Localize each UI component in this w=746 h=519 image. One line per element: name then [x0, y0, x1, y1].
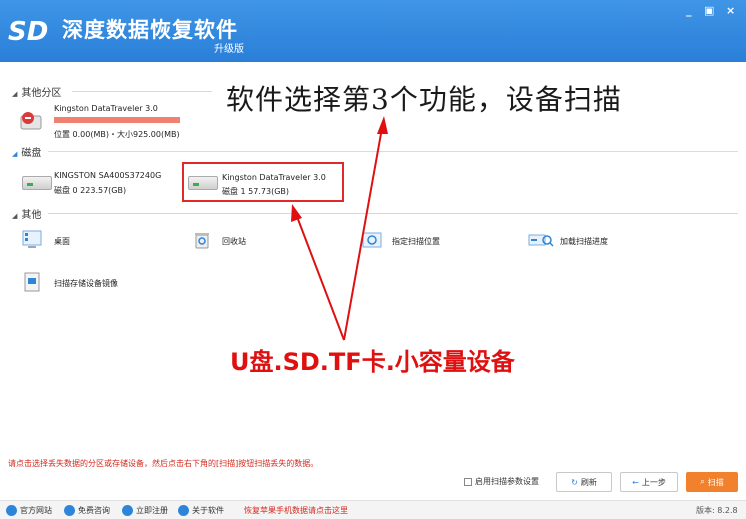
checkbox-box[interactable] [464, 477, 472, 486]
close-button[interactable]: × [726, 4, 735, 17]
annotation-device-types: U盘.SD.TF卡.小容量设备 [230, 348, 515, 376]
status-bar: 官方网站 免费咨询 立即注册 关于软件 恢复苹果手机数据请点击这里 版本: 8.… [0, 500, 746, 519]
info-icon [178, 505, 189, 516]
footer-link-label: 免费咨询 [78, 506, 110, 515]
footer-link-iphone-recovery[interactable]: 恢复苹果手机数据请点击这里 [244, 505, 348, 516]
collapse-triangle-icon: ◢ [12, 212, 18, 220]
app-title: 深度数据恢复软件 [62, 18, 238, 42]
register-icon [122, 505, 133, 516]
footer-link-label: 立即注册 [136, 506, 168, 515]
collapse-triangle-icon: ◢ [12, 90, 18, 98]
minimize-button[interactable]: _ [686, 4, 692, 17]
partition-item[interactable]: Kingston DataTraveler 3.0 位置 0.00(MB)・大小… [18, 100, 188, 142]
app-logo-icon: SD [8, 17, 48, 47]
instruction-hint: 请点击选择丢失数据的分区或存储设备，然后点击右下角的[扫描]按钮扫描丢失的数据。 [8, 459, 319, 468]
hard-disk-icon [22, 172, 52, 196]
section-divider [48, 213, 738, 214]
promo-label: 恢复苹果手机数据请点击这里 [244, 506, 348, 515]
section-divider [72, 91, 212, 92]
previous-button[interactable]: ← 上一步 [620, 472, 678, 492]
annotation-title: 软件选择第3个功能，设备扫描 [226, 83, 622, 116]
disk-name: KINGSTON SA400S37240G [54, 171, 162, 180]
section-label: 其他 [21, 210, 42, 221]
other-item-recycle-bin[interactable]: 回收站 [192, 230, 312, 254]
previous-label: 上一步 [641, 477, 666, 487]
partition-usage-bar [54, 117, 180, 123]
disk-image-icon [24, 272, 40, 292]
disk-detail: 磁盘 0 223.57(GB) [54, 186, 127, 195]
other-item-label: 加载扫描进度 [560, 237, 608, 246]
disk-item[interactable]: KINGSTON SA400S37240G 磁盘 0 223.57(GB) [18, 168, 178, 200]
section-label: 磁盘 [21, 148, 42, 159]
scan-button[interactable]: ⌕ 扫描 [686, 472, 738, 492]
usb-disk-icon [188, 172, 218, 196]
other-item-target-folder[interactable]: 指定扫描位置 [362, 230, 502, 254]
section-other[interactable]: ◢ 其他 [12, 206, 42, 221]
other-item-label: 回收站 [222, 237, 246, 246]
target-folder-icon [362, 232, 382, 248]
disk-detail: 磁盘 1 57.73(GB) [222, 187, 290, 196]
disk-name: Kingston DataTraveler 3.0 [222, 173, 326, 182]
footer-link-label: 官方网站 [20, 506, 52, 515]
other-item-desktop[interactable]: 桌面 [22, 230, 142, 254]
app-edition: 升级版 [214, 44, 244, 55]
home-icon [6, 505, 17, 516]
refresh-label: 刷新 [580, 477, 597, 487]
disk-item-selected[interactable]: Kingston DataTraveler 3.0 磁盘 1 57.73(GB) [182, 162, 344, 202]
other-item-label: 扫描存储设备镜像 [54, 279, 118, 288]
other-item-label: 桌面 [54, 237, 70, 246]
partition-detail: 位置 0.00(MB)・大小925.00(MB) [54, 130, 180, 139]
desktop-icon [22, 230, 42, 248]
section-disk[interactable]: ◢ 磁盘 [12, 144, 42, 159]
collapse-triangle-icon: ◢ [12, 150, 18, 158]
section-divider [48, 151, 738, 152]
checkbox-label: 启用扫描参数设置 [475, 477, 539, 486]
footer-link-label: 关于软件 [192, 506, 224, 515]
other-item-disk-image[interactable]: 扫描存储设备镜像 [22, 272, 172, 296]
arrow-left-icon: ← [632, 477, 639, 487]
arrow-head-icon [377, 116, 388, 134]
svg-text:SD: SD [8, 17, 48, 47]
load-progress-icon [528, 234, 554, 247]
footer-link-consult[interactable]: 免费咨询 [64, 505, 110, 516]
recycle-bin-icon [195, 233, 209, 249]
section-label: 其他分区 [21, 88, 62, 99]
section-other-partition[interactable]: ◢ 其他分区 [12, 84, 62, 99]
scan-params-checkbox[interactable]: 启用扫描参数设置 [464, 476, 539, 487]
other-item-load-progress[interactable]: 加载扫描进度 [528, 230, 678, 254]
title-bar: SD 深度数据恢复软件 升级版 _ ▣ × [0, 0, 746, 62]
footer-link-website[interactable]: 官方网站 [6, 505, 52, 516]
refresh-button[interactable]: ↻ 刷新 [556, 472, 612, 492]
search-icon: ⌕ [700, 477, 705, 486]
footer-link-about[interactable]: 关于软件 [178, 505, 224, 516]
scan-label: 扫描 [707, 477, 724, 487]
other-item-label: 指定扫描位置 [392, 237, 440, 246]
footer-link-register[interactable]: 立即注册 [122, 505, 168, 516]
version-label: 版本: 8.2.8 [696, 506, 738, 515]
usb-drive-icon [20, 112, 42, 130]
refresh-icon: ↻ [571, 477, 578, 487]
chat-icon [64, 505, 75, 516]
partition-name: Kingston DataTraveler 3.0 [54, 104, 158, 113]
restore-button[interactable]: ▣ [704, 4, 714, 17]
